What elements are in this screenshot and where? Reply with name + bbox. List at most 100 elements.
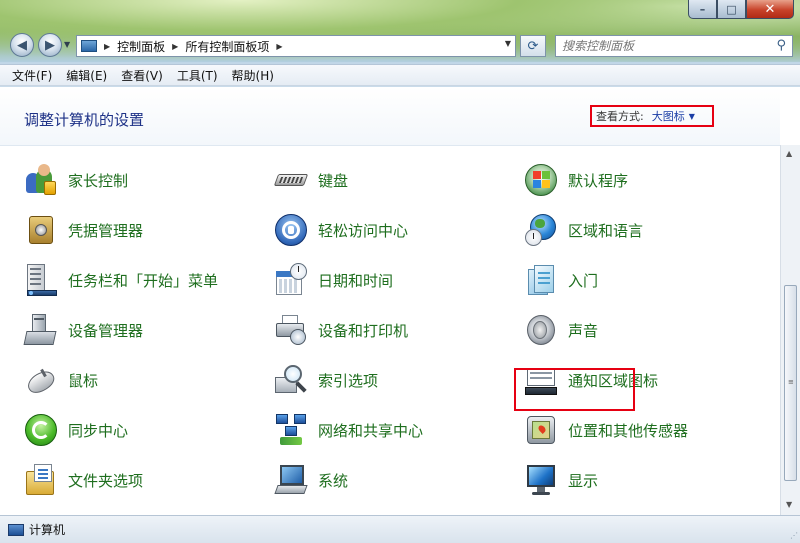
menu-file[interactable]: 文件(F) [12,67,52,84]
breadcrumb-control-panel[interactable]: 控制面板 [117,38,165,55]
control-panel-icon [81,40,97,52]
menu-view[interactable]: 查看(V) [121,67,163,84]
page-title: 调整计算机的设置 [24,111,145,129]
item-label: 任务栏和「开始」菜单 [68,271,219,290]
item-label: 系统 [318,471,349,490]
item-parental-controls[interactable]: 家长控制 [24,158,128,202]
resize-grip-icon[interactable]: ⋰ [790,531,798,540]
breadcrumb-separator-icon[interactable]: ▶ [276,42,282,51]
item-taskbar-start-menu[interactable]: 任务栏和「开始」菜单 [24,258,218,302]
maximize-button[interactable]: □ [717,0,746,19]
forward-button[interactable]: ▶ [38,33,62,57]
item-label: 设备管理器 [68,321,144,340]
item-label: 文件夹选项 [68,471,144,490]
item-sound[interactable]: 声音 [524,308,598,352]
minimize-button[interactable]: – [688,0,717,19]
item-system[interactable]: 系统 [274,458,348,502]
item-label: 家长控制 [68,171,129,190]
devices-printers-icon [274,313,308,347]
address-dropdown-icon[interactable]: ▼ [505,39,511,48]
mouse-icon [24,363,58,397]
item-devices-printers[interactable]: 设备和打印机 [274,308,408,352]
region-language-icon [524,213,558,247]
forward-arrow-icon: ▶ [45,37,55,53]
refresh-icon: ⟳ [527,38,539,54]
parental-controls-icon [24,163,58,197]
item-display[interactable]: 显示 [524,458,598,502]
sync-center-icon [24,413,58,447]
item-label: 设备和打印机 [318,321,409,340]
device-manager-icon [23,313,58,347]
item-label: 默认程序 [568,171,629,190]
display-icon [524,463,558,497]
vertical-scrollbar[interactable]: ▲ ≡ ▼ [780,145,800,515]
status-text: 计算机 [29,523,66,537]
scroll-thumb[interactable]: ≡ [784,285,797,481]
search-icon[interactable]: ⚲ [776,38,786,53]
sound-highlight-box [514,368,635,411]
ease-of-access-icon [274,213,308,247]
item-device-manager[interactable]: 设备管理器 [23,308,144,352]
scroll-up-icon[interactable]: ▲ [786,149,792,158]
menu-tools[interactable]: 工具(T) [177,67,218,84]
item-getting-started[interactable]: 入门 [524,258,598,302]
item-keyboard[interactable]: 键盘 [273,158,348,202]
view-by-label: 查看方式: [596,110,644,123]
menu-help[interactable]: 帮助(H) [232,67,274,84]
item-label: 声音 [568,321,599,340]
item-sync-center[interactable]: 同步中心 [24,408,128,452]
item-ease-of-access[interactable]: 轻松访问中心 [274,208,408,252]
item-label: 日期和时间 [318,271,394,290]
date-time-icon [274,263,308,297]
item-folder-options[interactable]: 文件夹选项 [24,458,143,502]
back-arrow-icon: ◀ [17,37,27,53]
navigation-bar: ◀ ▶ ▼ ▶ 控制面板 ▶ 所有控制面板项 ▶ ▼ ⟳ ⚲ [0,30,800,60]
item-network-sharing[interactable]: 网络和共享中心 [274,408,423,452]
status-bar: 计算机 ⋰ [0,515,800,543]
item-credential-manager[interactable]: 凭据管理器 [24,208,143,252]
item-mouse[interactable]: 鼠标 [24,358,98,402]
item-label: 区域和语言 [568,221,644,240]
item-region-language[interactable]: 区域和语言 [524,208,643,252]
item-indexing-options[interactable]: 索引选项 [274,358,378,402]
search-box[interactable]: ⚲ [555,35,793,57]
item-label: 显示 [568,471,599,490]
item-label: 鼠标 [68,371,99,390]
scroll-down-icon[interactable]: ▼ [786,500,792,509]
content-header: 调整计算机的设置 查看方式: 大图标 ▼ [0,87,780,146]
item-label: 轻松访问中心 [318,221,409,240]
menu-edit[interactable]: 编辑(E) [66,67,107,84]
network-sharing-icon [274,413,308,447]
item-label: 同步中心 [68,421,129,440]
item-location-sensors[interactable]: 位置和其他传感器 [524,408,688,452]
view-by-selector[interactable]: 查看方式: 大图标 ▼ [590,105,714,127]
item-date-time[interactable]: 日期和时间 [274,258,393,302]
breadcrumb-separator-icon[interactable]: ▶ [104,42,110,51]
control-panel-window: – □ ✕ ◀ ▶ ▼ ▶ 控制面板 ▶ 所有控制面板项 ▶ ▼ ⟳ ⚲ 文件(F)… [0,0,800,543]
back-button[interactable]: ◀ [10,33,34,57]
content-pane: 调整计算机的设置 查看方式: 大图标 ▼ 家长控制 键盘 默认程序 凭据管理器 … [0,87,800,515]
item-label: 网络和共享中心 [318,421,424,440]
chevron-down-icon[interactable]: ▼ [689,112,695,121]
menu-bar: 文件(F) 编辑(E) 查看(V) 工具(T) 帮助(H) [0,64,800,86]
credential-manager-icon [24,213,58,247]
item-default-programs[interactable]: 默认程序 [524,158,628,202]
getting-started-icon [524,263,558,297]
scroll-grip-icon: ≡ [788,378,794,386]
breadcrumb-separator-icon[interactable]: ▶ [172,42,178,51]
refresh-button[interactable]: ⟳ [520,35,546,57]
item-label: 索引选项 [318,371,379,390]
recent-pages-dropdown-icon[interactable]: ▼ [64,40,70,49]
close-button[interactable]: ✕ [746,0,794,19]
keyboard-icon [273,163,309,197]
indexing-options-icon [274,363,308,397]
location-sensors-icon [524,413,558,447]
items-grid: 家长控制 键盘 默认程序 凭据管理器 轻松访问中心 区域和语言 任务栏和「开始」… [0,147,780,515]
breadcrumb-all-items[interactable]: 所有控制面板项 [185,38,269,55]
search-input[interactable] [556,38,764,54]
address-bar[interactable]: ▶ 控制面板 ▶ 所有控制面板项 ▶ ▼ [76,35,516,57]
item-label: 位置和其他传感器 [568,421,689,440]
caption-buttons: – □ ✕ [688,0,794,19]
view-by-value[interactable]: 大图标 [652,108,685,124]
folder-options-icon [24,463,58,497]
